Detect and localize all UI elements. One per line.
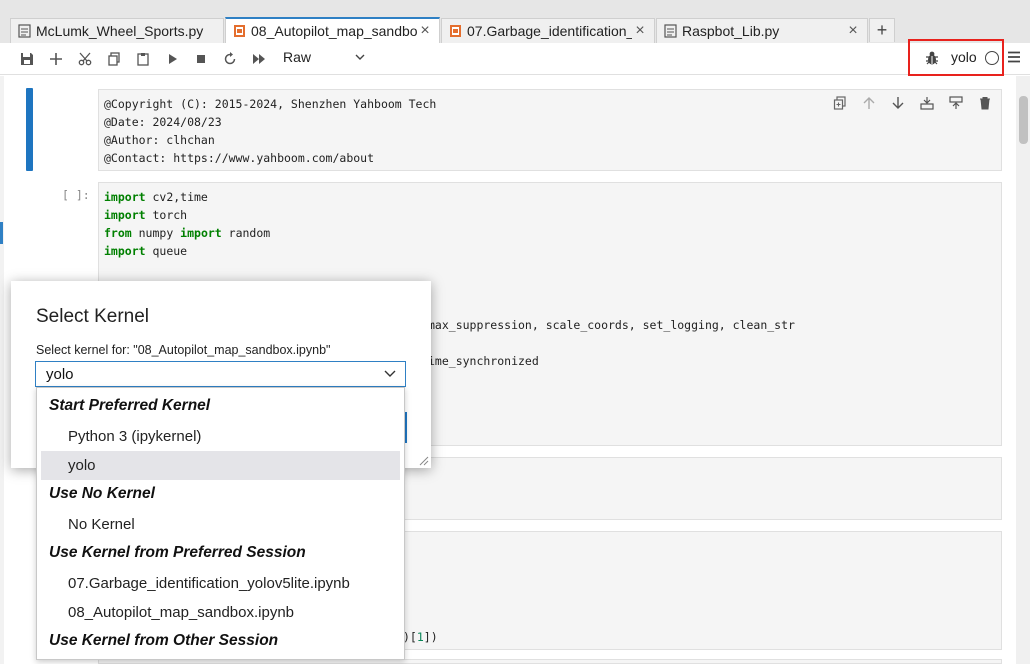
select-button[interactable] [405,412,407,443]
vertical-scrollbar[interactable] [1016,76,1030,664]
dialog-label: Select kernel for: "08_Autopilot_map_san… [36,343,331,357]
paste-icon[interactable] [133,49,153,69]
code-text: torch [145,208,188,222]
menu-icon[interactable] [1007,51,1021,63]
run-icon[interactable] [162,49,182,69]
code-number: 1 [416,630,424,644]
tab-autopilot-map-sandbox[interactable]: 08_Autopilot_map_sandbo × [225,17,440,43]
code-line: import queue [104,242,270,260]
python-file-icon [664,24,677,38]
tab-garbage-identification[interactable]: 07.Garbage_identification_ × [441,18,655,43]
kernel-select-value: yolo [46,366,74,383]
stop-icon[interactable] [191,49,211,69]
add-cell-icon[interactable] [46,49,66,69]
tab-label: Raspbot_Lib.py [682,23,780,39]
copy-icon[interactable] [104,49,124,69]
code-text: numpy [131,226,181,240]
code-line: import torch [104,206,270,224]
code-text: )[ [403,630,417,644]
code-content: import cv2,time import torch from numpy im… [104,188,270,260]
notebook-toolbar: Raw [0,43,1030,75]
tab-label: 08_Autopilot_map_sandbo [251,23,417,39]
code-text: cv2,time [145,190,208,204]
code-line-partial: ime_synchronized [428,354,539,368]
code-line: import cv2,time [104,188,270,206]
code-text: ]) [423,630,438,644]
raw-line: @Author: clhchan [104,133,215,147]
close-icon[interactable]: × [632,22,648,40]
group-header: Use Kernel from Preferred Session [49,544,306,561]
raw-cell-content: @Copyright (C): 2015-2024, Shenzhen Yahb… [104,95,436,167]
option-yolo[interactable]: yolo [41,451,400,480]
active-cell-indicator[interactable] [26,88,33,171]
sidebar-active-marker [0,222,3,244]
add-tab-button[interactable]: + [869,18,895,42]
keyword: from [104,226,132,240]
python-file-icon [18,24,31,38]
raw-line: @Copyright (C): 2015-2024, Shenzhen Yahb… [104,97,437,111]
dialog-title: Select Kernel [36,306,150,327]
option-no-kernel[interactable]: No Kernel [41,510,400,539]
duplicate-cell-icon[interactable] [833,96,849,112]
cut-icon[interactable] [75,49,95,69]
group-header: Use No Kernel [49,485,155,502]
option-garbage-session[interactable]: 07.Garbage_identification_yolov5lite.ipy… [41,569,400,598]
restart-icon[interactable] [220,49,240,69]
close-icon[interactable]: × [417,22,433,40]
group-header: Use Kernel from Other Session [49,632,279,649]
chevron-down-icon[interactable] [354,50,366,64]
raw-line: @Date: 2024/08/23 [104,115,222,129]
close-icon[interactable]: × [845,22,861,40]
cell-prompt: [ ]: [62,188,90,202]
move-down-icon[interactable] [891,96,907,112]
code-text: random [221,226,271,240]
option-autopilot-session[interactable]: 08_Autopilot_map_sandbox.ipynb [41,598,400,627]
kernel-status-icon [985,51,999,65]
fast-forward-icon[interactable] [249,49,269,69]
insert-above-icon[interactable] [920,96,936,112]
code-text: queue [145,244,188,258]
keyword: import [180,226,222,240]
resize-handle-icon[interactable] [417,454,429,466]
move-up-icon[interactable] [862,96,878,112]
kernel-select[interactable]: yolo [35,361,406,387]
kernel-dropdown-list[interactable]: Start Preferred Kernel Python 3 (ipykern… [36,387,405,660]
keyword: import [104,190,146,204]
kernel-name[interactable]: yolo [951,49,977,65]
delete-icon[interactable] [978,96,994,112]
notebook-icon [234,25,245,37]
tab-bar: McLumk_Wheel_Sports.py 08_Autopilot_map_… [0,0,1030,43]
insert-below-icon[interactable] [949,96,965,112]
chevron-down-icon[interactable] [384,369,396,379]
tab-mclumk-wheel-sports[interactable]: McLumk_Wheel_Sports.py [10,18,224,43]
raw-line: @Contact: https://www.yahboom.com/about [104,151,375,165]
cell-type-select[interactable]: Raw [283,49,311,65]
group-header: Start Preferred Kernel [49,397,211,414]
keyword: import [104,244,146,258]
scrollbar-thumb[interactable] [1019,96,1028,144]
code-line-partial: max_suppression, scale_coords, set_loggi… [428,318,795,332]
bug-icon[interactable] [924,50,940,66]
save-icon[interactable] [17,49,37,69]
notebook-icon [450,25,461,37]
keyword: import [104,208,146,222]
tab-label: 07.Garbage_identification_ [467,23,632,39]
code-line-partial: )[1]) [403,628,438,646]
tab-bar-strip [0,0,1030,11]
code-line: from numpy import random [104,224,270,242]
tab-raspbot-lib[interactable]: Raspbot_Lib.py × [656,18,868,43]
tab-label: McLumk_Wheel_Sports.py [36,23,204,39]
option-python3[interactable]: Python 3 (ipykernel) [41,422,400,451]
